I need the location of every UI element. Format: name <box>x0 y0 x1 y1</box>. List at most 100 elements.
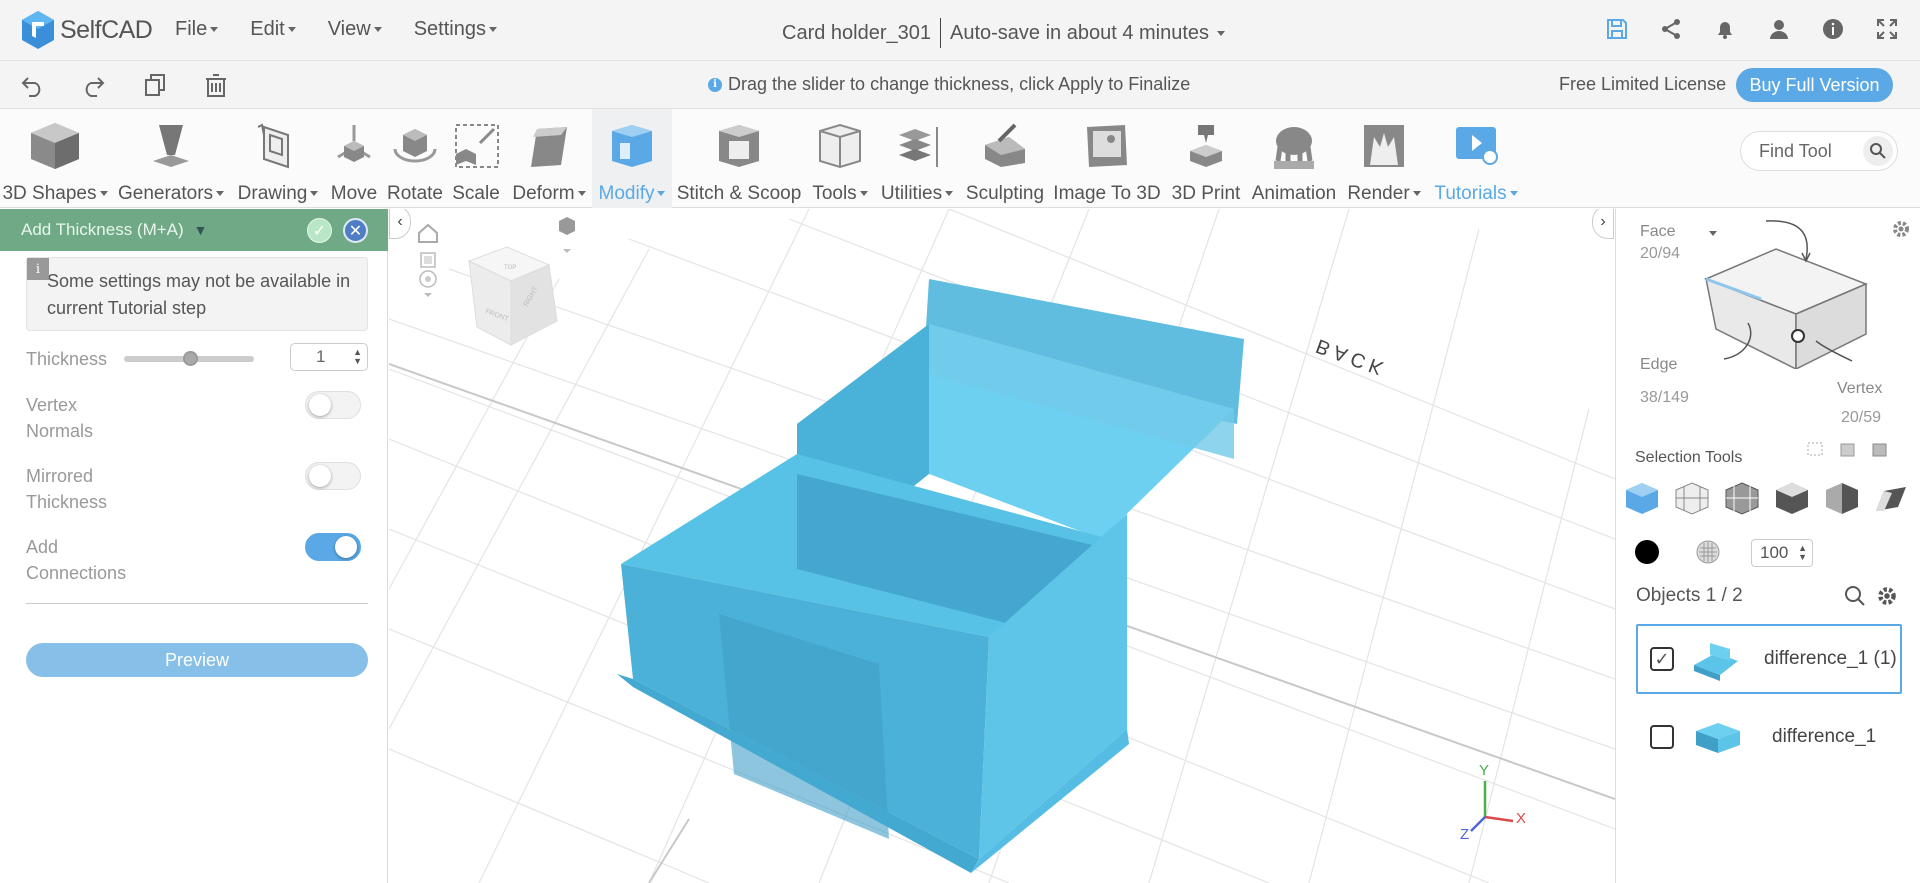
info-icon[interactable] <box>1820 16 1846 42</box>
tool-generators[interactable]: Generators <box>112 109 230 208</box>
opacity-value: 100 <box>1760 543 1789 562</box>
object-row[interactable]: ✓ difference_1 (1) <box>1636 624 1902 694</box>
share-icon[interactable] <box>1658 16 1684 42</box>
tool-3d-shapes[interactable]: 3D Shapes <box>0 109 110 208</box>
face-mode-label[interactable]: Face <box>1640 223 1676 241</box>
user-icon[interactable] <box>1766 16 1792 42</box>
menu-view-label: View <box>327 18 371 40</box>
vertex-normals-label: Vertex Normals <box>26 395 94 441</box>
tool-sculpting[interactable]: Sculpting <box>956 109 1054 208</box>
edge-count: 38/149 <box>1640 389 1689 406</box>
spinner-arrows-icon[interactable]: ▲ ▼ <box>1798 544 1807 562</box>
mirrored-thickness-toggle[interactable] <box>305 462 361 490</box>
redo-icon[interactable] <box>80 72 106 98</box>
fit-view-icon[interactable] <box>420 252 436 268</box>
buy-full-version-button[interactable]: Buy Full Version <box>1736 68 1893 102</box>
tool-image-to-3d[interactable]: Image To 3D <box>1052 109 1162 208</box>
menu-settings[interactable]: Settings <box>414 18 497 41</box>
box-select-icon[interactable] <box>1806 441 1826 464</box>
caret-down-icon[interactable] <box>1217 30 1226 36</box>
search-icon[interactable] <box>1844 585 1866 612</box>
color-swatch[interactable] <box>1635 540 1659 564</box>
tool-utilities[interactable]: Utilities <box>880 109 954 208</box>
3d-viewport[interactable]: BACK Y Z X TOP FRONT RIGHT ‹ › <box>389 209 1615 883</box>
edge-mode-label[interactable]: Edge <box>1640 356 1677 374</box>
tool-stitch-scoop[interactable]: Stitch & Scoop <box>676 109 802 208</box>
tool-render[interactable]: Render <box>1342 109 1426 208</box>
caret-down-icon <box>373 27 382 33</box>
texture-swatch-icon[interactable] <box>1696 540 1720 569</box>
select-visible-icon[interactable] <box>1870 441 1890 464</box>
select-half-icon[interactable] <box>1824 481 1860 520</box>
opacity-input[interactable]: 100 ▲ ▼ <box>1751 539 1813 567</box>
object-visibility-checkbox[interactable] <box>1650 725 1674 749</box>
project-name[interactable]: Card holder_301 <box>782 22 931 45</box>
tutorials-icon <box>1449 119 1503 173</box>
tool-tutorials[interactable]: Tutorials <box>1428 109 1524 208</box>
select-through-icon[interactable] <box>1838 441 1858 464</box>
view-cube[interactable]: TOP FRONT RIGHT <box>467 246 558 346</box>
apply-button[interactable]: ✓ <box>307 218 332 243</box>
menu-view[interactable]: View <box>328 18 382 41</box>
tool-rotate[interactable]: Rotate <box>384 109 446 208</box>
card-holder-model[interactable] <box>617 279 1244 873</box>
trash-icon[interactable] <box>203 72 229 98</box>
select-plane-icon[interactable] <box>1872 481 1908 520</box>
vertex-mode-label[interactable]: Vertex <box>1837 380 1882 398</box>
generator-icon <box>144 119 198 173</box>
undo-icon[interactable] <box>20 72 46 98</box>
menu-edit[interactable]: Edit <box>250 18 296 41</box>
scene-canvas[interactable]: BACK Y Z X TOP FRONT RIGHT <box>389 209 1615 883</box>
cube-face-top[interactable]: TOP <box>504 265 516 271</box>
caret-down-icon <box>99 191 108 197</box>
top-icon-bar <box>1604 16 1900 42</box>
tool-animation[interactable]: Animation <box>1248 109 1340 208</box>
bell-icon[interactable] <box>1712 16 1738 42</box>
orbit-view-icon[interactable] <box>419 270 437 297</box>
tool-scale[interactable]: Scale <box>446 109 506 208</box>
select-faces-grid-icon[interactable] <box>1674 481 1710 520</box>
selection-mode-diagram <box>1704 220 1868 369</box>
caret-down-icon <box>310 191 319 197</box>
panel-collapse-icon[interactable]: ▼ <box>194 222 208 238</box>
copy-icon[interactable] <box>142 72 168 98</box>
caret-down-icon <box>1412 191 1421 197</box>
select-object-icon[interactable] <box>1624 481 1660 520</box>
search-icon[interactable] <box>1863 136 1893 166</box>
save-icon[interactable] <box>1604 16 1630 42</box>
tool-deform[interactable]: Deform <box>506 109 592 208</box>
fullscreen-icon[interactable] <box>1874 16 1900 42</box>
thickness-value: 1 <box>316 347 326 366</box>
select-mesh-icon[interactable] <box>1724 481 1760 520</box>
select-solid-icon[interactable] <box>1774 481 1810 520</box>
objects-settings-gear-icon[interactable] <box>1876 585 1898 612</box>
title-divider <box>940 18 941 48</box>
back-label: BACK <box>1313 334 1391 380</box>
tool-label: Sculpting <box>965 183 1045 204</box>
tutorial-notice: i Some settings may not be available in … <box>26 257 368 331</box>
vertex-normals-toggle[interactable] <box>305 391 361 419</box>
spinner-arrows-icon[interactable]: ▲ ▼ <box>353 348 362 366</box>
thickness-input[interactable]: 1 ▲ ▼ <box>290 343 368 371</box>
tool-tools[interactable]: Tools <box>802 109 878 208</box>
object-visibility-checkbox[interactable]: ✓ <box>1650 647 1674 671</box>
caret-down-icon <box>210 27 219 33</box>
camera-mode-icon[interactable] <box>559 217 575 253</box>
autosave-status[interactable]: Auto-save in about 4 minutes <box>950 22 1209 45</box>
app-logo[interactable]: SelfCAD <box>20 10 153 50</box>
thickness-slider-handle[interactable] <box>183 351 198 366</box>
menu-file[interactable]: File <box>175 18 219 41</box>
close-button[interactable]: ✕ <box>343 218 368 243</box>
add-connections-toggle[interactable] <box>305 533 361 561</box>
preview-button[interactable]: Preview <box>26 643 368 677</box>
home-view-icon[interactable] <box>418 223 438 243</box>
tool-move[interactable]: Move <box>324 109 384 208</box>
tool-drawing[interactable]: Drawing <box>232 109 324 208</box>
find-tool-search[interactable]: Find Tool <box>1740 131 1898 171</box>
tool-label: Image To 3D <box>1053 183 1161 204</box>
tool-label: Tutorials <box>1434 183 1507 204</box>
tool-3d-print[interactable]: 3D Print <box>1164 109 1248 208</box>
object-row[interactable]: difference_1 <box>1636 702 1902 772</box>
tool-modify[interactable]: Modify <box>592 109 672 208</box>
project-title: Card holder_301 Auto-save in about 4 min… <box>782 18 1226 48</box>
